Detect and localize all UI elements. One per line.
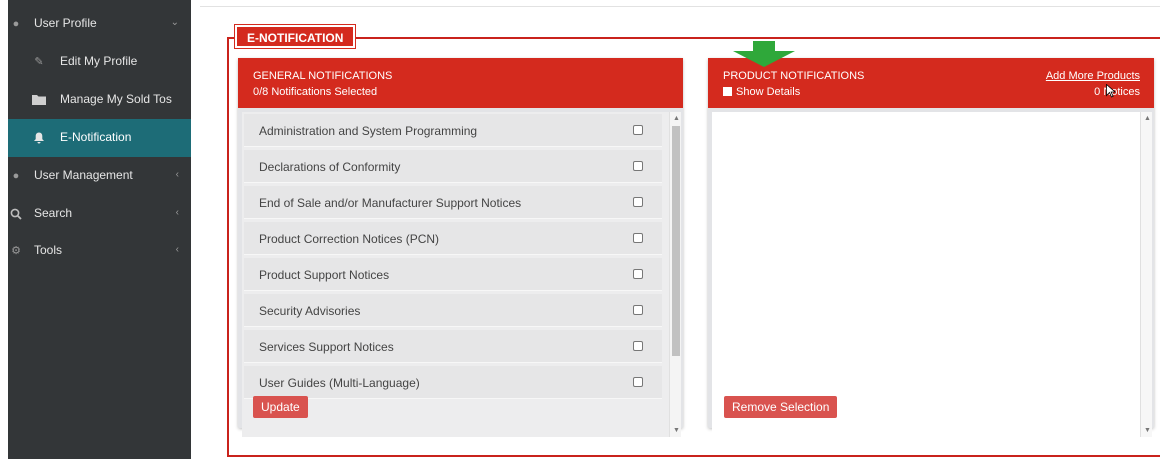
scroll-thumb[interactable]	[672, 126, 680, 356]
product-list-scrollbar[interactable]: ▲ ▼	[1140, 112, 1152, 437]
list-item-checkbox[interactable]	[633, 197, 643, 207]
panel-title: PRODUCT NOTIFICATIONS	[723, 70, 865, 82]
users-icon: ●	[12, 170, 20, 182]
mouse-cursor-icon	[1106, 84, 1116, 98]
list-item: Declarations of Conformity	[244, 150, 662, 183]
list-item-checkbox[interactable]	[633, 269, 643, 279]
list-item-checkbox[interactable]	[633, 377, 643, 387]
sidebar-item-manage-my-sold-tos[interactable]: Manage My Sold Tos	[8, 81, 191, 119]
show-details-label: Show Details	[736, 86, 801, 98]
scroll-down-icon[interactable]: ▼	[1144, 427, 1151, 434]
list-item: Security Advisories	[244, 294, 662, 327]
sidebar-item-label: Manage My Sold Tos	[60, 92, 172, 106]
list-item-checkbox[interactable]	[633, 341, 643, 351]
selection-count: 0/8 Notifications Selected	[253, 86, 378, 98]
list-scrollbar[interactable]: ▲ ▼	[669, 112, 681, 437]
scroll-up-icon[interactable]: ▲	[673, 115, 680, 122]
sidebar-item-user-management[interactable]: ● User Management ‹	[8, 157, 191, 195]
list-item-checkbox[interactable]	[633, 305, 643, 315]
sidebar-item-edit-my-profile[interactable]: ✎ Edit My Profile	[8, 43, 191, 81]
green-arrow-icon	[733, 41, 795, 67]
sidebar-item-search[interactable]: Search ‹	[8, 195, 191, 233]
scroll-up-icon[interactable]: ▲	[1144, 115, 1151, 122]
list-item-label: End of Sale and/or Manufacturer Support …	[259, 196, 522, 210]
chevron-left-icon: ‹	[175, 207, 179, 218]
bell-icon	[32, 132, 46, 144]
list-item-label: Services Support Notices	[259, 340, 394, 354]
list-item: Administration and System Programming	[244, 114, 662, 147]
user-icon: ●	[12, 18, 20, 30]
show-details-toggle[interactable]: Show Details	[723, 86, 800, 98]
sidebar-item-label: Edit My Profile	[60, 54, 138, 68]
list-item-label: Security Advisories	[259, 304, 361, 318]
sidebar-item-label: User Management	[34, 168, 133, 182]
folder-icon	[32, 94, 46, 106]
sidebar-item-label: E-Notification	[60, 130, 132, 144]
product-list	[712, 112, 1142, 437]
list-item: Services Support Notices	[244, 330, 662, 363]
general-notifications-panel: GENERAL NOTIFICATIONS 0/8 Notifications …	[238, 58, 683, 437]
notification-list: Administration and System Programming De…	[242, 112, 675, 437]
list-item-checkbox[interactable]	[633, 125, 643, 135]
chevron-down-icon: ⌄	[170, 17, 179, 28]
general-notifications-header: GENERAL NOTIFICATIONS 0/8 Notifications …	[238, 58, 683, 108]
sidebar-item-e-notification[interactable]: E-Notification	[8, 119, 191, 157]
top-divider	[200, 6, 1160, 7]
app-root: ● User Profile ⌄ ✎ Edit My Profile Manag…	[0, 0, 1160, 459]
sidebar-item-label: User Profile	[34, 16, 97, 30]
edit-icon: ✎	[34, 56, 44, 68]
sidebar-item-label: Search	[34, 206, 73, 220]
list-item-checkbox[interactable]	[633, 161, 643, 171]
gear-icon: ⚙	[11, 245, 21, 257]
scroll-down-icon[interactable]: ▼	[673, 427, 680, 434]
sidebar-item-tools[interactable]: ⚙ Tools ‹	[8, 232, 191, 270]
list-item: Product Support Notices	[244, 258, 662, 291]
sidebar-item-user-profile[interactable]: ● User Profile ⌄	[8, 5, 191, 43]
section-legend: E-NOTIFICATION	[233, 24, 357, 49]
list-item-checkbox[interactable]	[633, 233, 643, 243]
chevron-left-icon: ‹	[175, 244, 179, 255]
list-item: Product Correction Notices (PCN)	[244, 222, 662, 255]
list-item: End of Sale and/or Manufacturer Support …	[244, 186, 662, 219]
notices-count: 0 Notices	[1094, 86, 1140, 98]
sidebar-item-label: Tools	[34, 243, 63, 257]
update-button[interactable]: Update	[253, 396, 308, 418]
list-item-label: Product Correction Notices (PCN)	[259, 232, 440, 246]
remove-selection-button[interactable]: Remove Selection	[724, 396, 838, 418]
show-details-checkbox[interactable]	[723, 87, 732, 96]
search-icon	[10, 208, 22, 220]
panel-title: GENERAL NOTIFICATIONS	[253, 70, 393, 82]
list-item-label: User Guides (Multi-Language)	[259, 376, 420, 390]
list-item-label: Declarations of Conformity	[259, 160, 401, 174]
chevron-left-icon: ‹	[175, 169, 179, 180]
list-item: User Guides (Multi-Language)	[244, 366, 662, 399]
list-item-label: Administration and System Programming	[259, 124, 478, 138]
product-notifications-panel: PRODUCT NOTIFICATIONS Show Details Add M…	[708, 58, 1154, 437]
list-item-label: Product Support Notices	[259, 268, 390, 282]
add-more-products-link[interactable]: Add More Products	[1046, 70, 1140, 82]
sidebar: ● User Profile ⌄ ✎ Edit My Profile Manag…	[8, 0, 191, 459]
